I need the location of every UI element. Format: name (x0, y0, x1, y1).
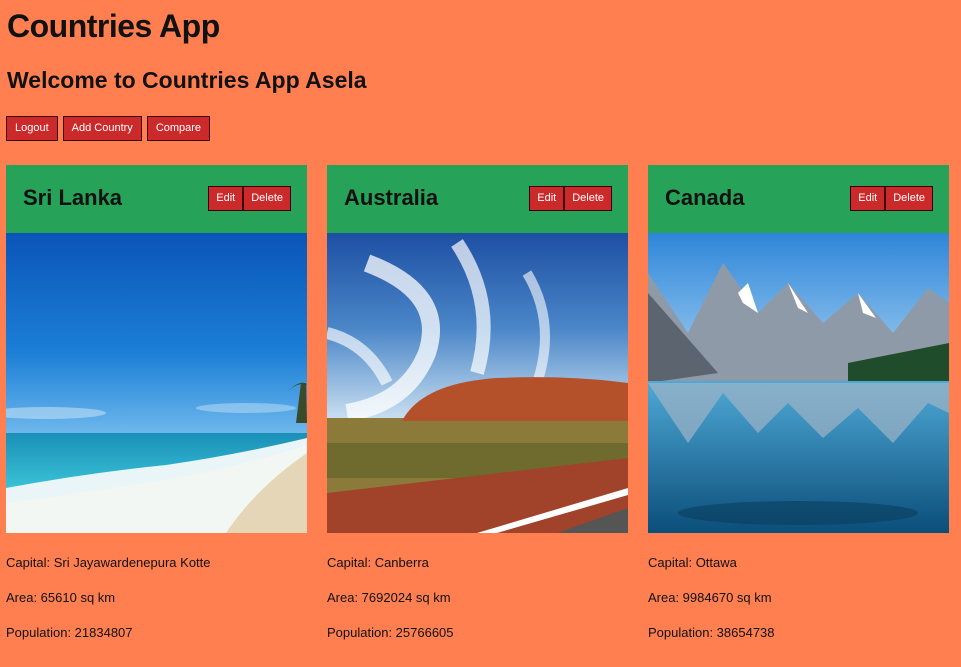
country-cards: Sri Lanka Edit Delete Capital: Sri Jayaw… (6, 165, 949, 650)
capital-text: Capital: Ottawa (648, 555, 737, 570)
country-image (6, 233, 307, 533)
country-image (327, 233, 628, 533)
card-header: Sri Lanka Edit Delete (6, 165, 307, 233)
compare-button[interactable]: Compare (146, 116, 211, 141)
edit-button[interactable]: Edit (208, 186, 244, 211)
country-image (648, 233, 949, 533)
country-name: Sri Lanka (23, 185, 123, 210)
card-info: Capital: Ottawa Area: 9984670 sq km Popu… (648, 533, 949, 650)
delete-button[interactable]: Delete (564, 186, 612, 211)
population-text: Population: 21834807 (6, 625, 133, 640)
area-text: Area: 7692024 sq km (327, 590, 451, 605)
add-country-button[interactable]: Add Country (62, 116, 142, 141)
delete-button[interactable]: Delete (243, 186, 291, 211)
country-card: Sri Lanka Edit Delete Capital: Sri Jayaw… (6, 165, 307, 650)
capital-text: Capital: Canberra (327, 555, 429, 570)
delete-button[interactable]: Delete (885, 186, 933, 211)
app-title: Countries App (7, 8, 220, 44)
card-actions: Edit Delete (850, 186, 933, 211)
card-actions: Edit Delete (529, 186, 612, 211)
card-info: Capital: Canberra Area: 7692024 sq km Po… (327, 533, 628, 650)
card-header: Canada Edit Delete (648, 165, 949, 233)
country-card: Canada Edit Delete Capital: Ottawa Area:… (648, 165, 949, 650)
card-actions: Edit Delete (208, 186, 291, 211)
edit-button[interactable]: Edit (529, 186, 565, 211)
population-text: Population: 25766605 (327, 625, 454, 640)
card-header: Australia Edit Delete (327, 165, 628, 233)
nav-buttons: Logout Add Country Compare (6, 116, 211, 141)
area-text: Area: 65610 sq km (6, 590, 116, 605)
logout-button[interactable]: Logout (6, 116, 58, 141)
edit-button[interactable]: Edit (850, 186, 886, 211)
country-name: Canada (665, 185, 745, 210)
population-text: Population: 38654738 (648, 625, 775, 640)
welcome-heading: Welcome to Countries App Asela (7, 67, 367, 93)
area-text: Area: 9984670 sq km (648, 590, 772, 605)
country-card: Australia Edit Delete Capital: Canberra … (327, 165, 628, 650)
card-info: Capital: Sri Jayawardenepura Kotte Area:… (6, 533, 307, 650)
country-name: Australia (344, 185, 439, 210)
capital-text: Capital: Sri Jayawardenepura Kotte (6, 555, 211, 570)
